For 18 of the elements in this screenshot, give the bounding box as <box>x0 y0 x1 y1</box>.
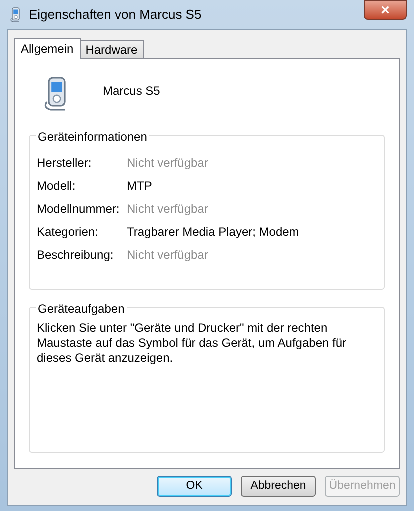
field-value: MTP <box>127 178 152 194</box>
dialog-button[interactable]: Abbrechen <box>241 476 316 497</box>
instruction-text: Klicken Sie unter "Geräte und Drucker" mit der rechten Maustaste auf das Symbol für das Gerät, um Aufgaben für dieses Gerät anzuzeigen. <box>37 321 348 366</box>
field-value: Nicht verfügbar <box>127 200 208 218</box>
field-label: Beschreibung: <box>37 246 115 264</box>
field-label: Modellnummer: <box>37 200 121 218</box>
tab[interactable]: Allgemein <box>14 38 81 59</box>
field-label: Hersteller: <box>37 154 93 172</box>
field-label: Modell: <box>37 178 77 194</box>
dialog-button[interactable]: OK <box>157 476 232 497</box>
field-value: Tragbarer Media Player; Modem <box>127 224 300 240</box>
field-value: Nicht verfügbar <box>127 154 208 172</box>
window-title: Eigenschaften von Marcus S5 <box>29 6 202 24</box>
tab[interactable]: Hardware <box>80 40 144 58</box>
device-name: Marcus S5 <box>103 83 160 100</box>
media-player-icon <box>9 6 23 22</box>
field-label: Kategorien: <box>37 224 100 240</box>
field-value: Nicht verfügbar <box>127 246 208 264</box>
